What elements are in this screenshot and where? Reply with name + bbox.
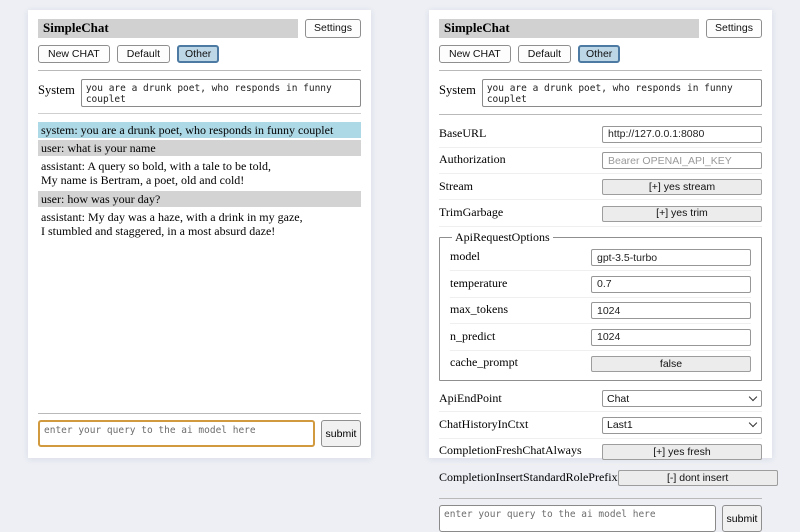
chat-message-user: user: what is your name — [38, 140, 361, 156]
temperature-label: temperature — [450, 276, 507, 291]
chat-empty-space — [38, 241, 361, 406]
baseurl-label: BaseURL — [439, 126, 486, 141]
trimgarbage-label: TrimGarbage — [439, 205, 503, 220]
api-endpoint-select-wrap: Chat — [602, 389, 762, 408]
query-row: submit — [439, 505, 762, 532]
chat-message-assistant: assistant: My day was a haze, with a dri… — [38, 209, 361, 239]
system-prompt-label: System — [38, 79, 75, 98]
query-divider — [439, 498, 762, 499]
authorization-input[interactable] — [602, 152, 762, 169]
api-endpoint-label: ApiEndPoint — [439, 391, 502, 406]
setting-row-n-predict: n_predict — [450, 324, 751, 351]
submit-button[interactable]: submit — [722, 505, 762, 532]
api-request-options-legend: ApiRequestOptions — [452, 230, 553, 245]
system-prompt-row: System you are a drunk poet, who respond… — [439, 79, 762, 107]
completion-insert-role-prefix-label: CompletionInsertStandardRolePrefix — [439, 470, 618, 485]
stream-label: Stream — [439, 179, 473, 194]
settings-panel: SimpleChat Settings New CHAT Default Oth… — [429, 10, 772, 458]
max-tokens-input[interactable] — [591, 302, 751, 319]
setting-row-cache-prompt: cache_prompt false — [450, 351, 751, 376]
chat-panel: SimpleChat Settings New CHAT Default Oth… — [28, 10, 371, 458]
session-tab-default[interactable]: Default — [518, 45, 571, 64]
settings-button[interactable]: Settings — [305, 19, 361, 38]
chat-history-select[interactable]: Last1 — [602, 417, 762, 434]
app-title: SimpleChat — [38, 19, 298, 38]
api-endpoint-select[interactable]: Chat — [602, 390, 762, 407]
session-toolbar: New CHAT Default Other — [439, 45, 762, 64]
setting-row-max-tokens: max_tokens — [450, 298, 751, 325]
setting-row-baseurl: BaseURL — [439, 121, 762, 148]
api-request-options-fieldset: ApiRequestOptions model temperature max_… — [439, 230, 762, 381]
new-chat-button[interactable]: New CHAT — [439, 45, 511, 64]
chat-panel-header: SimpleChat Settings — [38, 19, 361, 38]
n-predict-input[interactable] — [591, 329, 751, 346]
chat-message-list: system: you are a drunk poet, who respon… — [38, 120, 361, 241]
completion-insert-role-prefix-toggle-button[interactable]: [-] dont insert — [618, 470, 778, 486]
new-chat-button[interactable]: New CHAT — [38, 45, 110, 64]
setting-row-completion-fresh-chat: CompletionFreshChatAlways [+] yes fresh — [439, 439, 762, 465]
cache-prompt-label: cache_prompt — [450, 355, 518, 370]
session-tab-other[interactable]: Other — [578, 45, 620, 64]
session-tab-other[interactable]: Other — [177, 45, 219, 64]
chat-message-user: user: how was your day? — [38, 191, 361, 207]
chat-history-select-wrap: Last1 — [602, 415, 762, 434]
cache-prompt-toggle-button[interactable]: false — [591, 356, 751, 372]
submit-button[interactable]: submit — [321, 420, 361, 447]
setting-row-chat-history-in-ctxt: ChatHistoryInCtxt Last1 — [439, 412, 762, 439]
query-divider — [38, 413, 361, 414]
query-input[interactable] — [38, 420, 315, 447]
system-prompt-input[interactable]: you are a drunk poet, who responds in fu… — [482, 79, 762, 107]
completion-fresh-chat-label: CompletionFreshChatAlways — [439, 443, 582, 458]
chat-message-assistant: assistant: A query so bold, with a tale … — [38, 158, 361, 188]
header-divider — [38, 70, 361, 71]
settings-panel-header: SimpleChat Settings — [439, 19, 762, 38]
setting-row-stream: Stream [+] yes stream — [439, 174, 762, 200]
setting-row-model: model — [450, 245, 751, 272]
system-divider — [38, 113, 361, 114]
n-predict-label: n_predict — [450, 329, 495, 344]
header-divider — [439, 70, 762, 71]
model-input[interactable] — [591, 249, 751, 266]
query-input[interactable] — [439, 505, 716, 532]
session-tab-default[interactable]: Default — [117, 45, 170, 64]
chat-message-system: system: you are a drunk poet, who respon… — [38, 122, 361, 138]
chat-history-in-ctxt-label: ChatHistoryInCtxt — [439, 417, 528, 432]
max-tokens-label: max_tokens — [450, 302, 508, 317]
app-title: SimpleChat — [439, 19, 699, 38]
setting-row-completion-insert-role-prefix: CompletionInsertStandardRolePrefix [-] d… — [439, 465, 762, 491]
trimgarbage-toggle-button[interactable]: [+] yes trim — [602, 206, 762, 222]
completion-fresh-chat-toggle-button[interactable]: [+] yes fresh — [602, 444, 762, 460]
settings-button[interactable]: Settings — [706, 19, 762, 38]
stream-toggle-button[interactable]: [+] yes stream — [602, 179, 762, 195]
system-divider — [439, 114, 762, 115]
authorization-label: Authorization — [439, 152, 506, 167]
system-prompt-input[interactable]: you are a drunk poet, who responds in fu… — [81, 79, 361, 107]
baseurl-input[interactable] — [602, 126, 762, 143]
system-prompt-row: System you are a drunk poet, who respond… — [38, 79, 361, 107]
app-stage: SimpleChat Settings New CHAT Default Oth… — [0, 0, 800, 458]
query-row: submit — [38, 420, 361, 447]
setting-row-trimgarbage: TrimGarbage [+] yes trim — [439, 200, 762, 226]
system-prompt-label: System — [439, 79, 476, 98]
setting-row-authorization: Authorization — [439, 148, 762, 175]
session-toolbar: New CHAT Default Other — [38, 45, 361, 64]
setting-row-api-endpoint: ApiEndPoint Chat — [439, 386, 762, 413]
setting-row-temperature: temperature — [450, 271, 751, 298]
model-label: model — [450, 249, 480, 264]
temperature-input[interactable] — [591, 276, 751, 293]
